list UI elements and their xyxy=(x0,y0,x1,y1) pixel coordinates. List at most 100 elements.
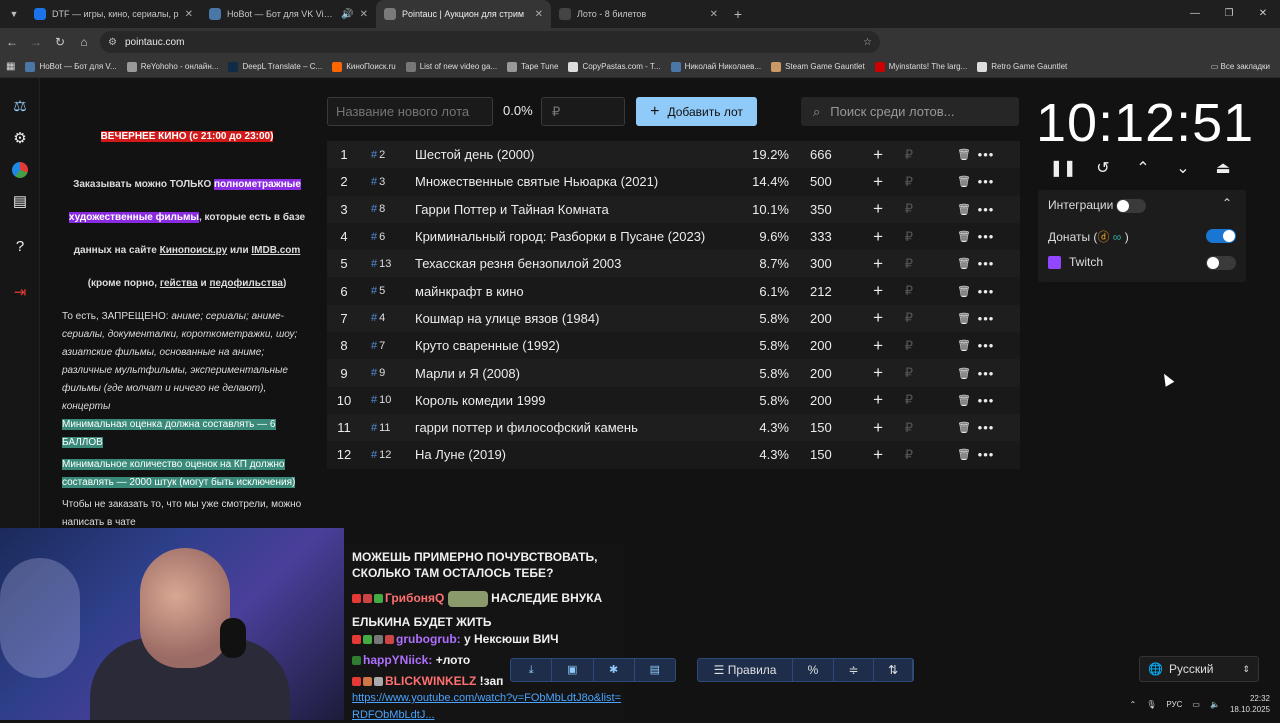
trash-icon[interactable]: 🗑 xyxy=(913,394,971,407)
lot-amount[interactable]: 500 xyxy=(789,174,849,189)
home-icon[interactable]: ⌂ xyxy=(72,35,96,49)
maximize-icon[interactable]: ❐ xyxy=(1212,0,1246,28)
lot-amount[interactable]: 200 xyxy=(789,338,849,353)
monitor-icon[interactable]: ▭ xyxy=(1192,700,1200,709)
pie-chart-icon[interactable] xyxy=(10,160,30,180)
trash-icon[interactable]: 🗑 xyxy=(913,367,971,380)
lot-amount[interactable]: 150 xyxy=(789,420,849,435)
add-amount-icon[interactable]: + xyxy=(849,281,883,301)
lot-name[interactable]: Гарри Поттер и Тайная Комната xyxy=(415,202,735,217)
lot-name[interactable]: Криминальный город: Разборки в Пусане (2… xyxy=(415,229,735,244)
tab-loto[interactable]: Лото - 8 билетов ✕ xyxy=(551,0,726,28)
bookmark-item[interactable]: DeepL Translate – C... xyxy=(228,61,322,72)
trash-icon[interactable]: 🗑 xyxy=(913,339,971,352)
more-icon[interactable]: ••• xyxy=(971,338,1001,353)
keyboard-layout[interactable]: РУС xyxy=(1166,700,1182,709)
add-amount-icon[interactable]: + xyxy=(849,145,883,165)
url-field[interactable]: ⚙ pointauc.com ☆ xyxy=(100,31,880,53)
ruble-icon[interactable]: ₽ xyxy=(883,256,913,272)
chevron-down-icon[interactable]: ⌄ xyxy=(1163,158,1203,178)
more-icon[interactable]: ••• xyxy=(971,447,1001,462)
add-amount-icon[interactable]: + xyxy=(849,199,883,219)
trash-icon[interactable]: 🗑 xyxy=(913,257,971,270)
lot-amount[interactable]: 200 xyxy=(789,311,849,326)
gear-icon[interactable]: ⚙ xyxy=(10,128,30,148)
tab-hobot[interactable]: HoBot — Бот для VK Videc 🔊 ✕ xyxy=(201,0,376,28)
more-icon[interactable]: ••• xyxy=(971,229,1001,244)
lot-amount[interactable]: 666 xyxy=(789,147,849,162)
lot-name[interactable]: Марли и Я (2008) xyxy=(415,366,735,381)
more-icon[interactable]: ••• xyxy=(971,147,1001,162)
add-amount-icon[interactable]: + xyxy=(849,418,883,438)
lot-amount[interactable]: 350 xyxy=(789,202,849,217)
close-icon[interactable]: ✕ xyxy=(710,9,718,20)
reload-icon[interactable]: ↻ xyxy=(48,35,72,49)
trash-icon[interactable]: 🗑 xyxy=(913,203,971,216)
lot-amount[interactable]: 200 xyxy=(789,393,849,408)
site-info-icon[interactable]: ⚙ xyxy=(108,37,117,48)
lot-name[interactable]: гарри поттер и философский камень xyxy=(415,420,735,435)
twitch-toggle[interactable] xyxy=(1206,256,1236,270)
new-lot-input[interactable] xyxy=(327,97,493,126)
bookmark-item[interactable]: Steam Game Gauntlet xyxy=(771,61,865,72)
lot-amount[interactable]: 200 xyxy=(789,366,849,381)
kinopoisk-link[interactable]: Кинопоиск.ру xyxy=(160,245,228,256)
add-amount-icon[interactable]: + xyxy=(849,363,883,383)
ruble-icon[interactable]: ₽ xyxy=(883,420,913,436)
audio-icon[interactable]: 🔊 xyxy=(341,9,353,20)
apps-icon[interactable]: ▦ xyxy=(6,61,15,72)
integrations-header[interactable]: Интеграции xyxy=(1048,198,1113,212)
more-icon[interactable]: ••• xyxy=(971,311,1001,326)
save-icon[interactable]: ▣ xyxy=(552,659,594,681)
clear-icon[interactable]: ▤ xyxy=(635,659,675,681)
rules-button[interactable]: ☰ Правила xyxy=(698,659,794,681)
trash-icon[interactable]: 🗑 xyxy=(913,421,971,434)
lot-name[interactable]: Круто сваренные (1992) xyxy=(415,338,735,353)
bookmark-item[interactable]: List of new video ga... xyxy=(405,61,497,72)
ruble-icon[interactable]: ₽ xyxy=(883,174,913,190)
logout-icon[interactable]: ⇥ xyxy=(10,282,30,302)
bookmark-item[interactable]: Myinstants! The larg... xyxy=(874,61,967,72)
ruble-icon[interactable]: ₽ xyxy=(883,365,913,381)
more-icon[interactable]: ••• xyxy=(971,420,1001,435)
help-icon[interactable]: ? xyxy=(10,236,30,256)
ruble-icon[interactable]: ₽ xyxy=(883,392,913,408)
trash-icon[interactable]: 🗑 xyxy=(913,448,971,461)
tab-search-icon[interactable]: ▼ xyxy=(2,2,26,26)
trash-icon[interactable]: 🗑 xyxy=(913,312,971,325)
chevron-up-icon[interactable]: ⌃ xyxy=(1222,196,1232,210)
close-icon[interactable]: ✕ xyxy=(535,9,543,20)
new-tab-button[interactable]: + xyxy=(726,6,750,22)
percent-toggle[interactable]: % xyxy=(793,659,834,681)
clipboard-icon[interactable]: ▤ xyxy=(10,191,30,211)
ruble-icon[interactable]: ₽ xyxy=(883,229,913,245)
close-window-icon[interactable]: ✕ xyxy=(1246,0,1280,28)
tab-dtf[interactable]: DTF — игры, кино, сериалы, р ✕ xyxy=(26,0,201,28)
lot-amount[interactable]: 150 xyxy=(789,447,849,462)
more-icon[interactable]: ••• xyxy=(971,366,1001,381)
lot-amount[interactable]: 300 xyxy=(789,256,849,271)
trash-icon[interactable]: 🗑 xyxy=(913,148,971,161)
ruble-icon[interactable]: ₽ xyxy=(883,338,913,354)
add-amount-icon[interactable]: + xyxy=(849,227,883,247)
bookmark-item[interactable]: КиноПоиск.ru xyxy=(332,61,396,72)
more-icon[interactable]: ••• xyxy=(971,174,1001,189)
search-input[interactable]: ⌕ Поиск среди лотов... xyxy=(801,97,1019,126)
star-icon[interactable]: ☆ xyxy=(863,37,872,48)
ruble-icon[interactable]: ₽ xyxy=(883,283,913,299)
chevron-up-icon[interactable]: ⌃ xyxy=(1123,158,1163,178)
bookmark-item[interactable]: Николай Николаев... xyxy=(670,61,761,72)
chat-link[interactable]: https://www.youtube.com/watch?v=FObMbLdt… xyxy=(352,692,621,721)
add-amount-icon[interactable]: + xyxy=(849,445,883,465)
lot-name[interactable]: майнкрафт в кино xyxy=(415,284,735,299)
close-icon[interactable]: ✕ xyxy=(185,9,193,20)
lot-name[interactable]: На Луне (2019) xyxy=(415,447,735,462)
all-bookmarks[interactable]: ▭ Все закладки xyxy=(1211,56,1270,77)
bookmark-item[interactable]: Retro Game Gauntlet xyxy=(977,61,1067,72)
lot-amount[interactable]: 212 xyxy=(789,284,849,299)
eject-icon[interactable]: ⏏ xyxy=(1203,158,1243,178)
ruble-icon[interactable]: ₽ xyxy=(883,201,913,217)
bookmark-item[interactable]: Tape Tune xyxy=(507,61,558,72)
bookmark-item[interactable]: CopyPastas.com - T... xyxy=(568,61,661,72)
minimize-icon[interactable]: — xyxy=(1178,0,1212,28)
